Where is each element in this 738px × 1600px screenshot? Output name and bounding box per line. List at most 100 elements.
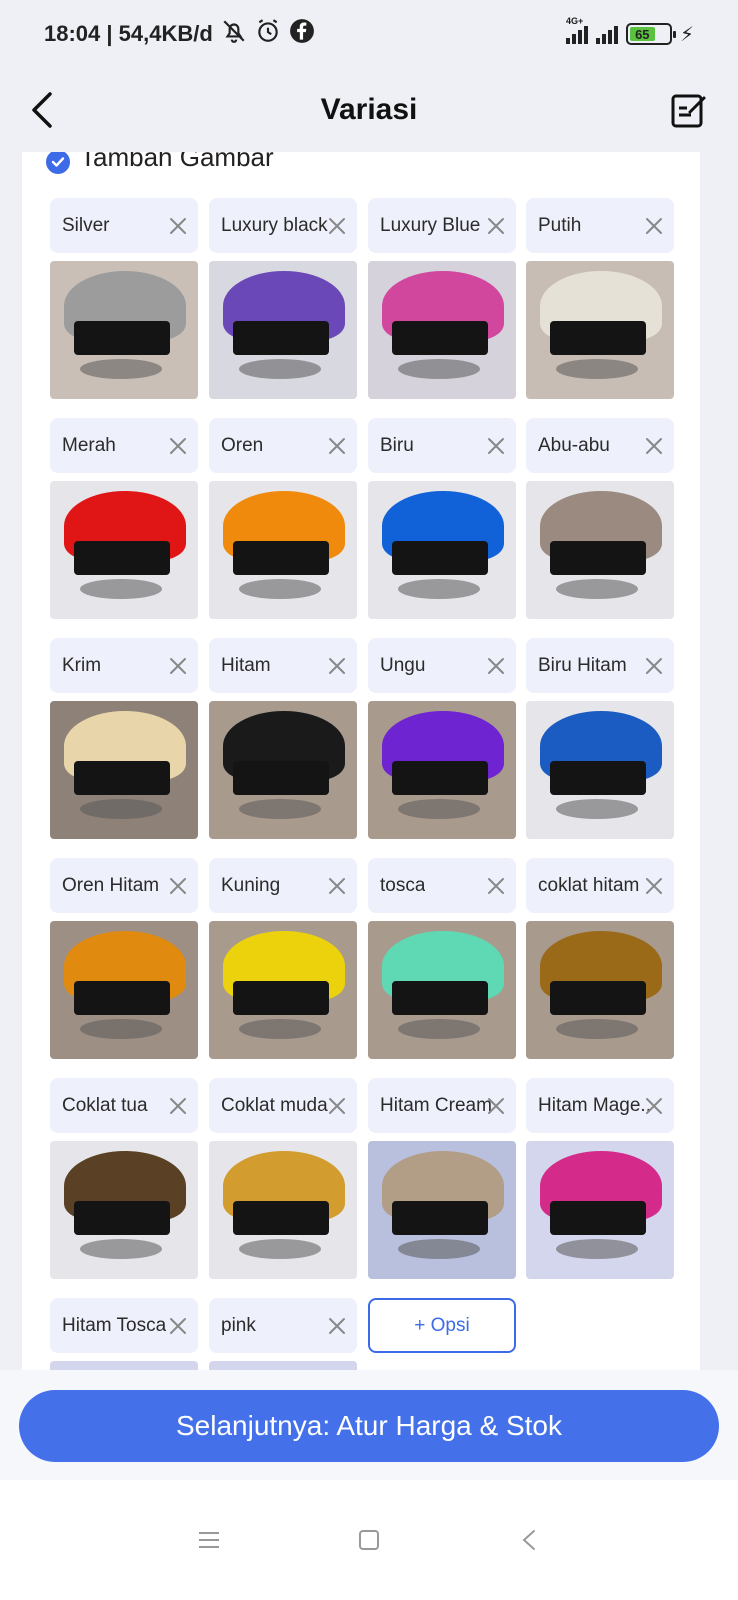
- variant-chip[interactable]: Merah: [50, 418, 198, 473]
- add-option-button[interactable]: + Opsi: [368, 1298, 516, 1353]
- remove-variant-icon[interactable]: [327, 1096, 347, 1116]
- variant-chip[interactable]: Putih: [526, 198, 674, 253]
- variant-photo[interactable]: [368, 481, 516, 619]
- variant-chip[interactable]: Biru Hitam: [526, 638, 674, 693]
- variant-chip[interactable]: Ungu: [368, 638, 516, 693]
- variant-item: Krim: [50, 638, 198, 839]
- variant-photo[interactable]: [368, 701, 516, 839]
- variant-chip[interactable]: Oren: [209, 418, 357, 473]
- variant-label: Ungu: [380, 654, 426, 676]
- variant-chip[interactable]: tosca: [368, 858, 516, 913]
- variant-item: Hitam Cream: [368, 1078, 516, 1279]
- variant-photo[interactable]: [209, 701, 357, 839]
- variant-photo[interactable]: [526, 921, 674, 1059]
- next-button[interactable]: Selanjutnya: Atur Harga & Stok: [19, 1390, 719, 1462]
- add-image-option[interactable]: Tambah Gambar: [46, 152, 274, 174]
- variant-photo[interactable]: [209, 1361, 357, 1370]
- facebook-icon: [289, 18, 315, 50]
- back-triangle-icon[interactable]: [509, 1520, 549, 1560]
- variant-chip[interactable]: Coklat muda: [209, 1078, 357, 1133]
- remove-variant-icon[interactable]: [327, 1316, 347, 1336]
- variant-photo[interactable]: [50, 1141, 198, 1279]
- status-time-speed: 18:04 | 54,4KB/d: [44, 21, 213, 46]
- variant-chip[interactable]: Kuning: [209, 858, 357, 913]
- bell-muted-icon: [221, 18, 247, 50]
- variant-label: coklat hitam: [538, 874, 640, 896]
- variant-photo[interactable]: [209, 261, 357, 399]
- variant-chip[interactable]: Hitam Cream: [368, 1078, 516, 1133]
- variant-chip[interactable]: Luxury Blue: [368, 198, 516, 253]
- remove-variant-icon[interactable]: [486, 216, 506, 236]
- variant-label: Kuning: [221, 874, 281, 896]
- variant-photo[interactable]: [209, 1141, 357, 1279]
- variant-item: Luxury Blue: [368, 198, 516, 399]
- variant-chip[interactable]: Hitam Tosca: [50, 1298, 198, 1353]
- variant-chip[interactable]: Abu-abu: [526, 418, 674, 473]
- network-type: 4G+: [565, 16, 584, 26]
- variant-label: Hitam Cream: [380, 1094, 492, 1116]
- remove-variant-icon[interactable]: [327, 876, 347, 896]
- remove-variant-icon[interactable]: [486, 1096, 506, 1116]
- variant-chip[interactable]: Hitam Mage..: [526, 1078, 674, 1133]
- variant-chip[interactable]: Silver: [50, 198, 198, 253]
- remove-variant-icon[interactable]: [168, 216, 188, 236]
- remove-variant-icon[interactable]: [168, 1316, 188, 1336]
- variant-item: Coklat tua: [50, 1078, 198, 1279]
- remove-variant-icon[interactable]: [327, 216, 347, 236]
- variant-photo[interactable]: [526, 701, 674, 839]
- variant-item: Ungu: [368, 638, 516, 839]
- variant-photo[interactable]: [209, 481, 357, 619]
- home-square-icon[interactable]: [349, 1520, 389, 1560]
- remove-variant-icon[interactable]: [644, 656, 664, 676]
- remove-variant-icon[interactable]: [644, 876, 664, 896]
- variant-photo[interactable]: [50, 1361, 198, 1370]
- page-title: Variasi: [320, 93, 418, 126]
- variant-item: Hitam Mage..: [526, 1078, 674, 1279]
- remove-variant-icon[interactable]: [168, 1096, 188, 1116]
- remove-variant-icon[interactable]: [486, 876, 506, 896]
- status-left: 18:04 | 54,4KB/d: [44, 18, 315, 50]
- variant-chip[interactable]: Luxury black: [209, 198, 357, 253]
- variant-chip[interactable]: Oren Hitam: [50, 858, 198, 913]
- variant-chip[interactable]: coklat hitam: [526, 858, 674, 913]
- variant-chip[interactable]: pink: [209, 1298, 357, 1353]
- checkbox-checked-icon[interactable]: [46, 152, 70, 174]
- menu-icon[interactable]: [189, 1520, 229, 1560]
- edit-button[interactable]: [664, 86, 712, 134]
- variant-photo[interactable]: [526, 1141, 674, 1279]
- variant-chip[interactable]: Coklat tua: [50, 1078, 198, 1133]
- remove-variant-icon[interactable]: [327, 436, 347, 456]
- remove-variant-icon[interactable]: [644, 436, 664, 456]
- variant-chip[interactable]: Biru: [368, 418, 516, 473]
- remove-variant-icon[interactable]: [168, 656, 188, 676]
- variant-label: Hitam Tosca: [62, 1314, 167, 1336]
- variant-label: Merah: [62, 434, 116, 456]
- variant-photo[interactable]: [368, 921, 516, 1059]
- remove-variant-icon[interactable]: [644, 1096, 664, 1116]
- variant-photo[interactable]: [368, 261, 516, 399]
- variant-item: Oren: [209, 418, 357, 619]
- variant-label: Krim: [62, 654, 102, 676]
- back-button[interactable]: [18, 86, 66, 134]
- variant-photo[interactable]: [50, 701, 198, 839]
- variant-chip[interactable]: Krim: [50, 638, 198, 693]
- variant-label: tosca: [380, 874, 426, 896]
- variant-photo[interactable]: [368, 1141, 516, 1279]
- remove-variant-icon[interactable]: [327, 656, 347, 676]
- remove-variant-icon[interactable]: [168, 876, 188, 896]
- variant-photo[interactable]: [50, 261, 198, 399]
- remove-variant-icon[interactable]: [644, 216, 664, 236]
- variant-photo[interactable]: [209, 921, 357, 1059]
- variant-photo[interactable]: [50, 921, 198, 1059]
- variant-photo[interactable]: [526, 261, 674, 399]
- variant-photo[interactable]: [526, 481, 674, 619]
- variant-label: Luxury black: [221, 214, 328, 236]
- remove-variant-icon[interactable]: [168, 436, 188, 456]
- remove-variant-icon[interactable]: [486, 436, 506, 456]
- remove-variant-icon[interactable]: [486, 656, 506, 676]
- variant-chip[interactable]: Hitam: [209, 638, 357, 693]
- variant-label: Coklat muda: [221, 1094, 328, 1116]
- variant-photo[interactable]: [50, 481, 198, 619]
- variant-content: Tambah Gambar Silver Luxury black Luxury B…: [22, 152, 700, 1370]
- variant-item: Oren Hitam: [50, 858, 198, 1059]
